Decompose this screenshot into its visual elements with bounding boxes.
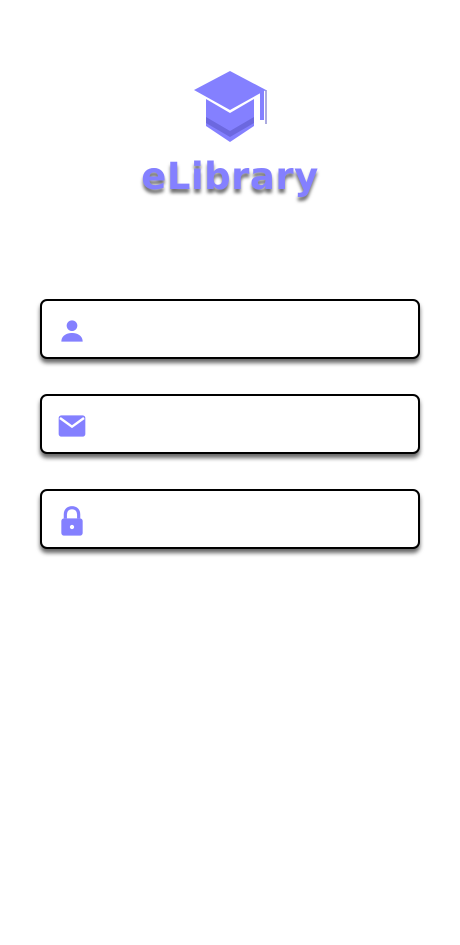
person-icon bbox=[56, 315, 88, 347]
username-field[interactable] bbox=[40, 299, 420, 359]
email-input[interactable] bbox=[102, 404, 406, 446]
mail-icon bbox=[56, 410, 88, 442]
app-title: eLibrary bbox=[141, 155, 319, 198]
email-field[interactable] bbox=[40, 394, 420, 454]
password-field[interactable] bbox=[40, 489, 420, 549]
password-input[interactable] bbox=[102, 499, 406, 541]
username-input[interactable] bbox=[102, 309, 406, 351]
app-logo bbox=[190, 68, 270, 148]
graduation-cap-icon bbox=[190, 68, 270, 148]
lock-icon bbox=[56, 505, 88, 537]
